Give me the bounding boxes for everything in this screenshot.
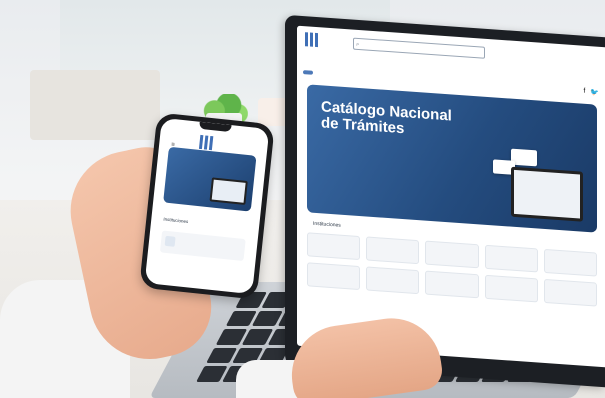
search-icon: ⌕ xyxy=(356,41,360,49)
laptop-screen: ⌕ f 🐦 Catálogo Nacional de Trámites Inst… xyxy=(297,25,605,368)
hero-text xyxy=(321,137,441,145)
institution-card[interactable] xyxy=(543,248,597,277)
phone-institution-card[interactable] xyxy=(159,230,246,262)
facebook-icon[interactable]: f xyxy=(583,88,585,96)
site-logo[interactable] xyxy=(305,32,319,48)
phone-notch xyxy=(199,121,232,133)
institutions-heading: Instituciones xyxy=(313,220,341,229)
twitter-icon[interactable]: 🐦 xyxy=(590,88,599,97)
photo-scene: ⌕ f 🐦 Catálogo Nacional de Trámites Inst… xyxy=(0,0,605,398)
institution-card[interactable] xyxy=(366,266,420,295)
phone-hero-banner xyxy=(163,146,257,212)
institution-card[interactable] xyxy=(425,270,479,299)
phone-screen: ≡ Instituciones xyxy=(144,117,270,295)
social-links: f 🐦 xyxy=(583,88,599,97)
phone-institutions-heading: Instituciones xyxy=(163,216,189,225)
phone-monitor-illustration xyxy=(209,177,248,205)
hero-title: Catálogo Nacional de Trámites xyxy=(321,98,452,138)
phone-logo[interactable] xyxy=(198,134,214,151)
hero-monitor-illustration xyxy=(511,166,583,222)
institution-icon xyxy=(164,235,176,247)
institution-card[interactable] xyxy=(543,278,597,307)
institution-card[interactable] xyxy=(484,244,538,273)
institution-card[interactable] xyxy=(366,236,420,265)
nav-primary-button[interactable] xyxy=(303,70,313,75)
institution-card[interactable] xyxy=(484,274,538,303)
background-shelf xyxy=(30,70,160,140)
hero-banner: Catálogo Nacional de Trámites xyxy=(307,84,597,233)
institutions-grid xyxy=(307,232,597,307)
institution-card[interactable] xyxy=(425,240,479,269)
institution-card[interactable] xyxy=(307,262,361,291)
institution-card[interactable] xyxy=(307,232,361,261)
smartphone: ≡ Instituciones xyxy=(139,112,275,300)
